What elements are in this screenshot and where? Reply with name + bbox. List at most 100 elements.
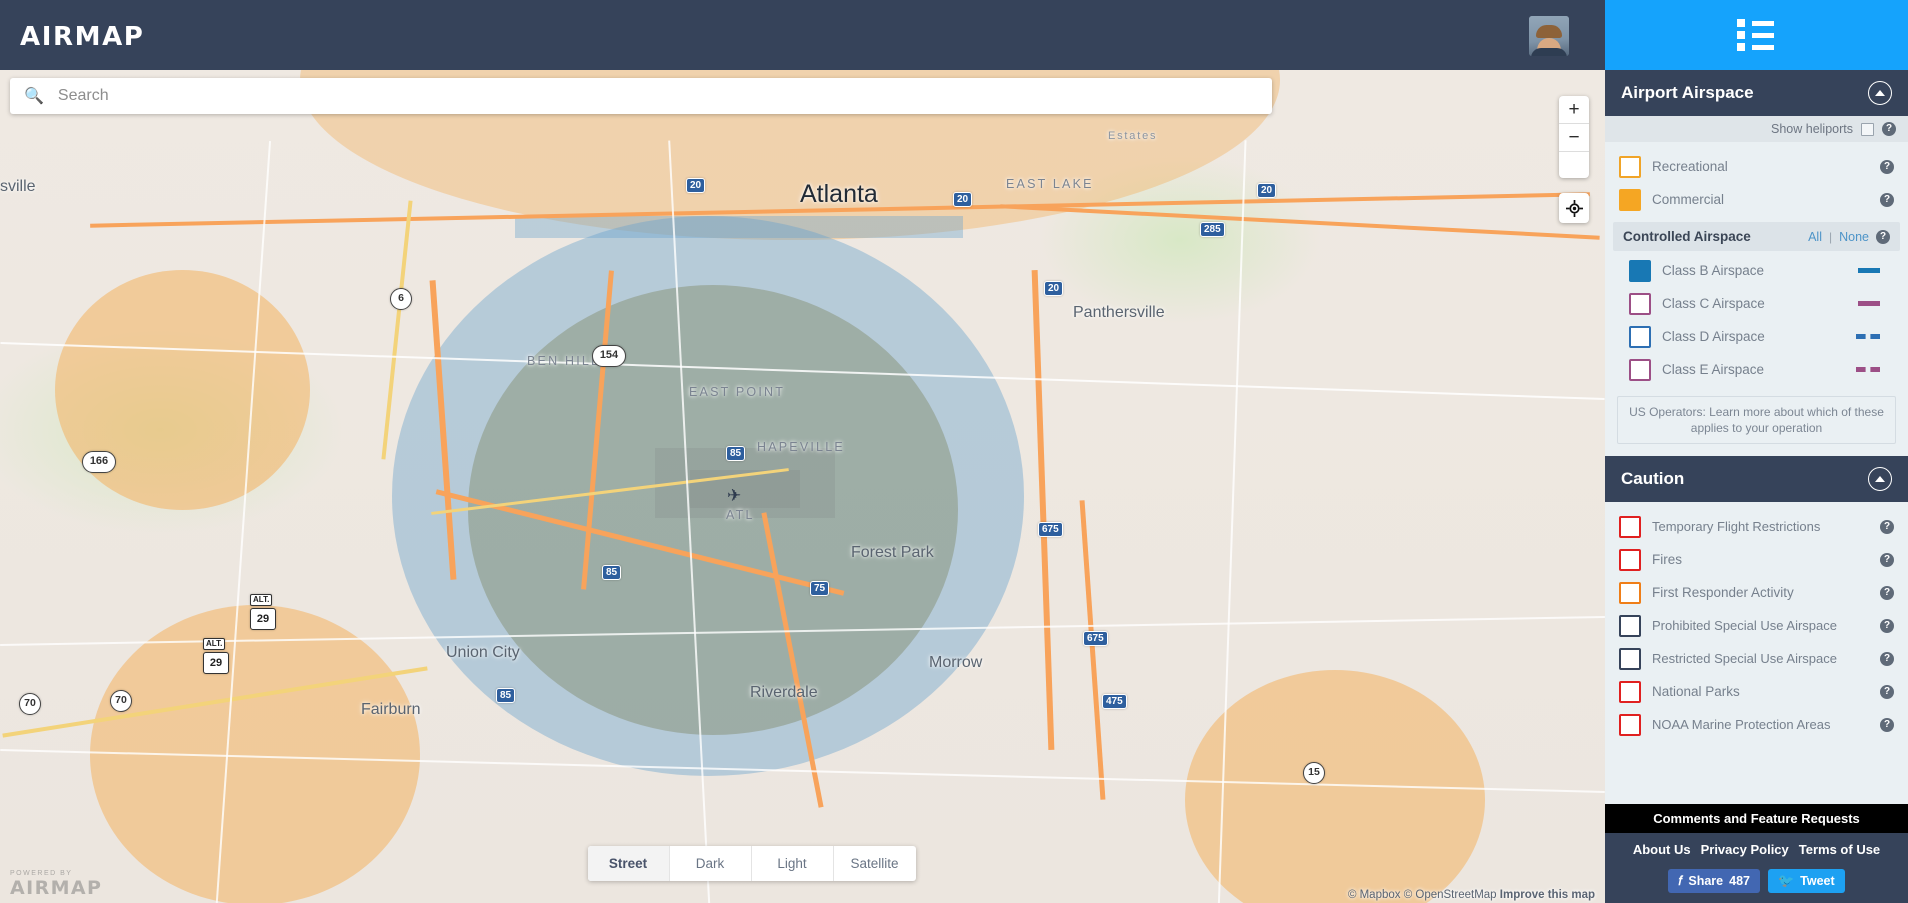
select-none-link[interactable]: None	[1839, 230, 1869, 244]
help-icon-heliports[interactable]: ?	[1882, 122, 1896, 136]
help-icon-noaa-marine-protection-areas[interactable]: ?	[1880, 717, 1894, 732]
layer-swatch-temporary-flight-restrictions[interactable]	[1619, 515, 1641, 538]
app-header: AIRMAP	[0, 0, 1605, 70]
locate-me-button[interactable]	[1559, 193, 1589, 223]
layer-label: Class B Airspace	[1662, 263, 1765, 278]
layers-sidebar[interactable]: Airport Airspace Show heliports? Recreatio…	[1605, 70, 1908, 903]
road-shield-85: 85	[496, 688, 516, 703]
us-operators-note[interactable]: US Operators: Learn more about which of …	[1617, 396, 1896, 444]
watermark-powered-by: POWERED BY	[10, 870, 73, 877]
search-input[interactable]	[55, 86, 1272, 106]
road-shield-85: 85	[726, 446, 746, 461]
layer-label: Restricted Special Use Airspace	[1652, 651, 1837, 666]
map-canvas[interactable]: ✈ Atlanta sville Panthersville Forest Park M…	[0, 70, 1605, 903]
map-style-dark[interactable]: Dark	[670, 846, 752, 881]
section-header-airport-airspace[interactable]: Airport Airspace	[1605, 70, 1908, 116]
map-style-switcher[interactable]: Street Dark Light Satellite	[587, 846, 916, 881]
layer-label: Class D Airspace	[1662, 329, 1765, 344]
layer-label: Commercial	[1652, 192, 1725, 207]
layer-label: Recreational	[1652, 159, 1728, 174]
zoom-in-button[interactable]: +	[1559, 96, 1589, 124]
road-shield-alt-badge: ALT.	[203, 638, 226, 650]
comments-feature-requests-button[interactable]: Comments and Feature Requests	[1605, 804, 1908, 833]
show-heliports-row[interactable]: Show heliports?	[1605, 116, 1908, 142]
layer-row-noaa-marine-protection-areas[interactable]: NOAA Marine Protection Areas?	[1605, 708, 1908, 741]
road-shield-alt-badge: ALT.	[250, 594, 273, 606]
help-icon-commercial[interactable]: ?	[1880, 192, 1894, 207]
help-icon-fires[interactable]: ?	[1880, 552, 1894, 567]
layer-swatch-class-e-airspace[interactable]	[1629, 358, 1651, 381]
zoom-out-button[interactable]: −	[1559, 124, 1589, 152]
help-icon-recreational[interactable]: ?	[1880, 159, 1894, 174]
help-icon-national-parks[interactable]: ?	[1880, 684, 1894, 699]
layer-swatch-class-d-airspace[interactable]	[1629, 325, 1651, 348]
line-style-indicator	[1856, 367, 1880, 372]
help-icon-first-responder-activity[interactable]: ?	[1880, 585, 1894, 600]
help-icon-controlled-airspace[interactable]: ?	[1876, 229, 1890, 244]
help-icon-temporary-flight-restrictions[interactable]: ?	[1880, 519, 1894, 534]
layer-swatch-noaa-marine-protection-areas[interactable]	[1619, 713, 1641, 736]
map-style-light[interactable]: Light	[752, 846, 834, 881]
layer-swatch-commercial[interactable]	[1619, 188, 1641, 211]
layer-row-temporary-flight-restrictions[interactable]: Temporary Flight Restrictions?	[1605, 510, 1908, 543]
layer-row-national-parks[interactable]: National Parks?	[1605, 675, 1908, 708]
share-row: 𝑓 Share 487 🐦 Tweet	[1605, 869, 1908, 903]
map-style-street[interactable]: Street	[587, 846, 670, 881]
layer-swatch-restricted-special-use-airspace[interactable]	[1619, 647, 1641, 670]
layers-menu-button[interactable]	[1605, 0, 1908, 70]
improve-map-link[interactable]: Improve this map	[1500, 889, 1595, 901]
layer-row-class-e-airspace[interactable]: Class E Airspace	[1605, 353, 1908, 386]
footer-link-about-us[interactable]: About Us	[1633, 842, 1691, 857]
help-icon-restricted-special-use-airspace[interactable]: ?	[1880, 651, 1894, 666]
road-shield-675: 675	[1038, 522, 1063, 537]
layer-row-class-d-airspace[interactable]: Class D Airspace	[1605, 320, 1908, 353]
show-heliports-checkbox[interactable]	[1861, 122, 1874, 136]
select-all-link[interactable]: All	[1808, 230, 1822, 244]
layer-label: Class C Airspace	[1662, 296, 1765, 311]
separator: |	[1828, 229, 1833, 244]
twitter-share-label: Tweet	[1800, 874, 1835, 888]
search-bar[interactable]: 🔍	[10, 78, 1272, 114]
compass-button[interactable]	[1559, 152, 1589, 178]
twitter-share-button[interactable]: 🐦 Tweet	[1767, 869, 1845, 893]
layer-row-class-b-airspace[interactable]: Class B Airspace	[1605, 254, 1908, 287]
layer-swatch-prohibited-special-use-airspace[interactable]	[1619, 614, 1641, 637]
footer-link-terms-of-use[interactable]: Terms of Use	[1799, 842, 1880, 857]
road-shield-15: 15	[1303, 762, 1325, 784]
section-header-caution[interactable]: Caution	[1605, 456, 1908, 502]
layer-row-restricted-special-use-airspace[interactable]: Restricted Special Use Airspace?	[1605, 642, 1908, 675]
help-icon-prohibited-special-use-airspace[interactable]: ?	[1880, 618, 1894, 633]
layer-row-fires[interactable]: Fires?	[1605, 543, 1908, 576]
chevron-up-icon[interactable]	[1868, 81, 1892, 105]
road-shield-29: 29	[250, 608, 276, 630]
layer-row-class-c-airspace[interactable]: Class C Airspace	[1605, 287, 1908, 320]
road-shield-85: 85	[602, 565, 622, 580]
chevron-up-icon[interactable]	[1868, 467, 1892, 491]
controlled-airspace-header: Controlled Airspace All | None?	[1613, 222, 1900, 251]
road-shield-285: 285	[1200, 222, 1225, 237]
map-style-satellite[interactable]: Satellite	[834, 846, 916, 881]
zoom-controls[interactable]: + −	[1559, 96, 1589, 178]
layer-row-recreational[interactable]: Recreational?	[1605, 150, 1908, 183]
layer-swatch-class-c-airspace[interactable]	[1629, 292, 1651, 315]
layer-label: Fires	[1652, 552, 1682, 567]
facebook-share-count: 487	[1729, 874, 1750, 888]
layer-row-first-responder-activity[interactable]: First Responder Activity?	[1605, 576, 1908, 609]
facebook-share-button[interactable]: 𝑓 Share 487	[1668, 869, 1760, 893]
avatar[interactable]	[1529, 16, 1569, 56]
layer-swatch-class-b-airspace[interactable]	[1629, 259, 1651, 282]
attribution-text: © Mapbox © OpenStreetMap	[1347, 889, 1497, 901]
road-shield-154: 154	[592, 345, 626, 367]
layer-row-prohibited-special-use-airspace[interactable]: Prohibited Special Use Airspace?	[1605, 609, 1908, 642]
footer-link-privacy-policy[interactable]: Privacy Policy	[1701, 842, 1789, 857]
facebook-share-label: Share	[1688, 874, 1724, 888]
layer-swatch-first-responder-activity[interactable]	[1619, 581, 1641, 604]
layer-swatch-national-parks[interactable]	[1619, 680, 1641, 703]
sidebar-scroll-area: Airport Airspace Show heliports? Recreatio…	[1605, 70, 1908, 741]
layer-swatch-fires[interactable]	[1619, 548, 1641, 571]
layer-swatch-recreational[interactable]	[1619, 155, 1641, 178]
app-logo[interactable]: AIRMAP	[20, 22, 144, 52]
footer-links: About Us Privacy Policy Terms of Use	[1605, 833, 1908, 869]
layer-row-commercial[interactable]: Commercial?	[1605, 183, 1908, 216]
